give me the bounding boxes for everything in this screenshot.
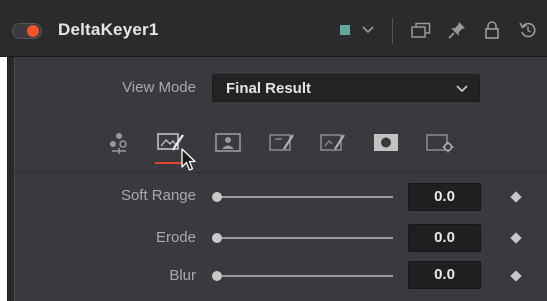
soft-range-value-field[interactable]: 0.0 xyxy=(408,183,481,211)
view-mode-label: View Mode xyxy=(122,79,196,96)
lock-icon[interactable] xyxy=(481,18,503,42)
header-divider xyxy=(392,18,393,44)
erode-slider-handle[interactable] xyxy=(212,233,222,243)
tab-key[interactable] xyxy=(102,130,136,156)
blur-label: Blur xyxy=(169,267,196,284)
soft-range-slider-handle[interactable] xyxy=(212,192,222,202)
view-mode-select[interactable]: Final Result xyxy=(212,74,480,102)
node-header: DeltaKeyer1 xyxy=(0,0,547,57)
erode-value-field[interactable]: 0.0 xyxy=(408,224,481,252)
tab-fringe[interactable] xyxy=(265,130,299,156)
fringe-brush-icon xyxy=(269,134,294,151)
soft-range-slider[interactable] xyxy=(218,196,393,198)
chevron-down-icon[interactable] xyxy=(360,18,376,42)
reset-icon[interactable] xyxy=(517,18,539,42)
blur-value-field[interactable]: 0.0 xyxy=(408,261,481,289)
mouse-cursor-icon xyxy=(181,148,196,171)
mask-icon xyxy=(374,134,398,151)
inspector-panel: DeltaKeyer1 View Mode Final Result Soft … xyxy=(0,0,547,301)
node-enable-toggle[interactable] xyxy=(12,23,42,39)
tab-mask[interactable] xyxy=(369,130,403,156)
toggle-knob xyxy=(27,25,39,37)
nodes-icon xyxy=(110,133,127,154)
color-swatch-icon xyxy=(340,25,350,35)
erode-label: Erode xyxy=(155,229,196,246)
tab-matte[interactable] xyxy=(211,130,245,156)
node-color-swatch[interactable] xyxy=(339,18,351,42)
view-mode-value: Final Result xyxy=(226,80,312,97)
tuning-brush-icon xyxy=(320,134,345,151)
pin-icon[interactable] xyxy=(446,18,468,42)
version-icon[interactable] xyxy=(410,18,432,42)
node-title[interactable]: DeltaKeyer1 xyxy=(58,20,158,40)
chevron-down-icon xyxy=(456,85,468,93)
erode-slider[interactable] xyxy=(218,237,393,239)
settings-gear-icon xyxy=(426,134,454,153)
tab-tuning[interactable] xyxy=(316,130,350,156)
tool-tabs xyxy=(0,124,547,164)
soft-range-label: Soft Range xyxy=(120,187,196,204)
matte-image-icon xyxy=(215,133,241,152)
section-divider xyxy=(14,172,547,173)
blur-slider-handle[interactable] xyxy=(212,271,222,281)
tab-settings[interactable] xyxy=(423,130,457,156)
blur-slider[interactable] xyxy=(218,275,393,277)
